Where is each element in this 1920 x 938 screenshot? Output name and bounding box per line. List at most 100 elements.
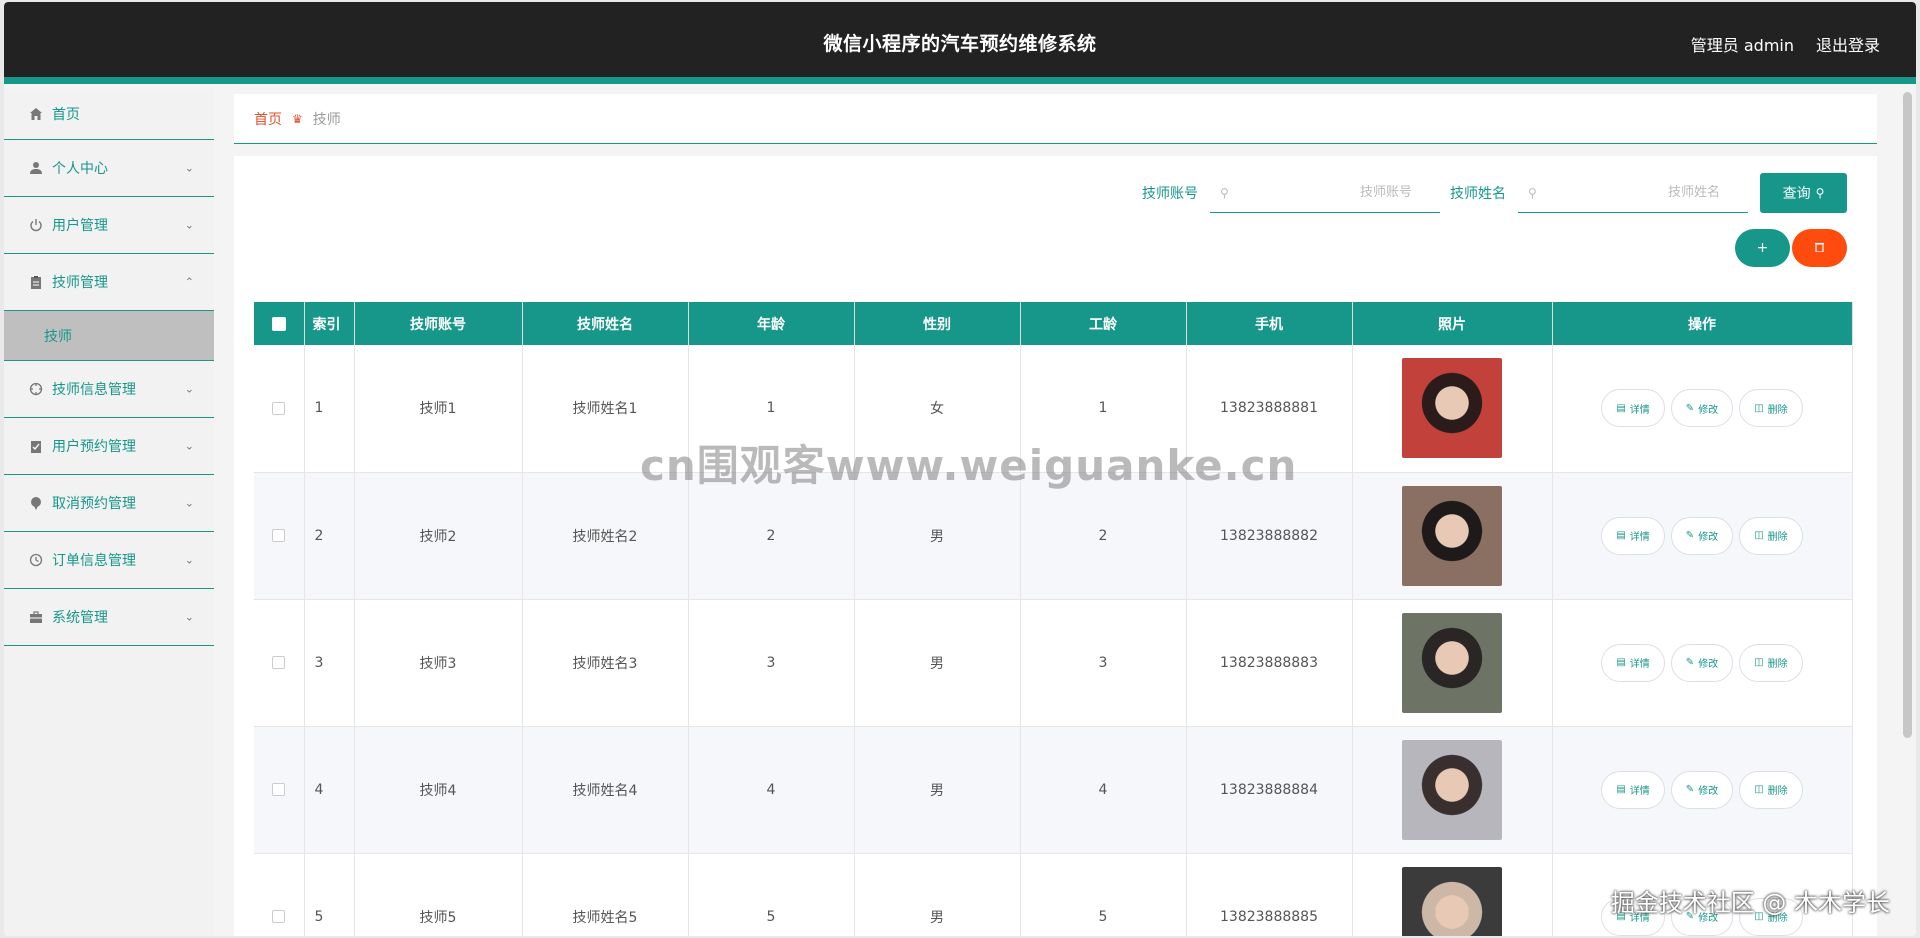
breadcrumb: 首页 ♛ 技师 [234, 94, 1877, 144]
vertical-scrollbar[interactable] [1903, 92, 1912, 738]
edit-button[interactable]: ✎ 修改 [1670, 770, 1734, 809]
edit-button[interactable]: ✎ 修改 [1670, 389, 1734, 428]
row-checkbox[interactable] [272, 783, 286, 796]
batch-delete-button[interactable] [1792, 229, 1847, 267]
table-row: 4 技师4 技师姓名4 4 男 4 13823888884 ▤ 详情 ✎ 修改 ◫ 删除 [254, 726, 1853, 854]
pin-icon [28, 495, 44, 511]
detail-button[interactable]: ▤ 详情 [1601, 389, 1665, 428]
cell-name: 技师姓名3 [522, 599, 689, 727]
cell-account: 技师3 [354, 599, 523, 727]
sidebar-item-personal[interactable]: 个人中心 ⌄ [4, 140, 214, 197]
detail-button[interactable]: ▤ 详情 [1601, 770, 1665, 809]
cell-operations: ▤ 详情 ✎ 修改 ◫ 删除 [1552, 472, 1853, 600]
sidebar-item-user-booking[interactable]: 用户预约管理 ⌄ [4, 418, 214, 475]
delete-label: 删除 [1767, 404, 1788, 416]
cell-age: 4 [688, 726, 855, 854]
cell-name: 技师姓名2 [522, 472, 689, 600]
row-checkbox[interactable] [272, 401, 286, 415]
checklist-icon [28, 438, 44, 454]
edit-button[interactable]: ✎ 修改 [1670, 643, 1734, 682]
delete-label: 删除 [1767, 659, 1788, 670]
table-row: 2 技师2 技师姓名2 2 男 2 13823888882 ▤ 详情 ✎ 修改 ◫ 删除 [254, 472, 1853, 600]
sidebar-item-home[interactable]: 首页 [4, 89, 214, 140]
sidebar-item-orders[interactable]: 订单信息管理 ⌄ [4, 532, 214, 589]
select-all-checkbox[interactable] [271, 316, 286, 331]
add-button[interactable]: + [1735, 229, 1790, 267]
cell-photo [1352, 472, 1553, 600]
cell-gender: 男 [854, 726, 1021, 854]
column-header: 性别 [854, 302, 1021, 345]
table-row: 3 技师3 技师姓名3 3 男 3 13823888883 ▤ 详情 ✎ 修改 ◫ 删除 [254, 599, 1853, 727]
table-body: 1 技师1 技师姓名1 1 女 1 13823888881 ▤ 详情 ✎ 修改 ◫ 删除 2 技师2 技师姓名… [254, 345, 1853, 936]
trash-icon: ◫ [1754, 784, 1764, 795]
sidebar-item-users[interactable]: 用户管理 ⌄ [4, 197, 214, 254]
sidebar-item-cancel-booking[interactable]: 取消预约管理 ⌄ [4, 475, 214, 532]
edit-button[interactable]: ✎ 修改 [1670, 516, 1734, 555]
clock-icon [28, 552, 44, 568]
target-icon [28, 381, 44, 397]
sidebar-item-label: 系统管理 [52, 610, 108, 626]
briefcase-icon [28, 609, 44, 625]
cell-name: 技师姓名1 [522, 345, 689, 473]
account-search-box: ⚲ [1210, 173, 1440, 213]
name-search-input[interactable] [1536, 185, 1720, 200]
sidebar-item-technicians[interactable]: 技师管理 ⌃ [4, 254, 214, 311]
current-user: 管理员 admin [1690, 36, 1794, 55]
chevron-down-icon: ⌄ [184, 382, 194, 396]
detail-label: 详情 [1629, 913, 1650, 924]
breadcrumb-home[interactable]: 首页 [254, 109, 282, 129]
account-search-input[interactable] [1228, 185, 1412, 200]
cell-name: 技师姓名5 [522, 853, 689, 936]
delete-button[interactable]: ◫ 删除 [1739, 897, 1803, 936]
clipboard-icon [28, 274, 44, 290]
cell-photo [1352, 345, 1553, 473]
row-checkbox[interactable] [272, 656, 286, 669]
pencil-icon: ✎ [1685, 784, 1695, 795]
column-header: 照片 [1352, 302, 1553, 345]
chevron-up-icon: ⌃ [184, 275, 194, 289]
cell-operations: ▤ 详情 ✎ 修改 ◫ 删除 [1552, 853, 1853, 936]
name-search-box: ⚲ [1518, 173, 1748, 213]
app-window: 微信小程序的汽车预约维修系统 管理员 admin 退出登录 首页 个人中心 ⌄ … [4, 2, 1916, 936]
search-icon: ⚲ [1220, 185, 1229, 200]
delete-button[interactable]: ◫ 删除 [1739, 516, 1803, 555]
row-checkbox-cell [254, 472, 305, 600]
column-header: 操作 [1552, 302, 1853, 345]
row-checkbox[interactable] [272, 910, 286, 923]
row-checkbox[interactable] [272, 529, 286, 542]
delete-button[interactable]: ◫ 删除 [1739, 643, 1803, 682]
technician-photo [1402, 358, 1502, 459]
delete-label: 删除 [1767, 913, 1788, 924]
cell-index: 5 [304, 853, 355, 936]
sidebar-item-label: 取消预约管理 [52, 496, 136, 512]
delete-button[interactable]: ◫ 删除 [1739, 389, 1803, 428]
cell-gender: 女 [854, 345, 1021, 473]
cell-years: 3 [1020, 599, 1187, 727]
cell-years: 2 [1020, 472, 1187, 600]
edit-label: 修改 [1698, 913, 1719, 924]
sidebar-item-label: 订单信息管理 [52, 553, 136, 569]
cell-phone: 13823888885 [1186, 853, 1353, 936]
detail-button[interactable]: ▤ 详情 [1601, 643, 1665, 682]
delete-label: 删除 [1767, 786, 1788, 797]
sidebar-item-system[interactable]: 系统管理 ⌄ [4, 589, 214, 646]
cell-account: 技师5 [354, 853, 523, 936]
delete-button[interactable]: ◫ 删除 [1739, 770, 1803, 809]
cell-age: 1 [688, 345, 855, 473]
sidebar-item-technician-info[interactable]: 技师信息管理 ⌄ [4, 361, 214, 418]
document-icon: ▤ [1616, 657, 1626, 668]
query-button[interactable]: 查询 ⚲ [1760, 173, 1847, 213]
pencil-icon: ✎ [1685, 402, 1695, 414]
home-icon [28, 106, 44, 122]
detail-button[interactable]: ▤ 详情 [1601, 516, 1665, 555]
logout-link[interactable]: 退出登录 [1816, 32, 1880, 56]
sidebar-subitem-technician[interactable]: 技师 [4, 311, 214, 361]
cell-account: 技师2 [354, 472, 523, 600]
cell-gender: 男 [854, 599, 1021, 727]
technician-photo [1402, 866, 1502, 936]
edit-button[interactable]: ✎ 修改 [1670, 897, 1734, 936]
query-button-label: 查询 [1782, 186, 1811, 202]
detail-button[interactable]: ▤ 详情 [1601, 897, 1665, 936]
pencil-icon: ✎ [1685, 530, 1695, 541]
row-checkbox-cell [254, 599, 305, 727]
